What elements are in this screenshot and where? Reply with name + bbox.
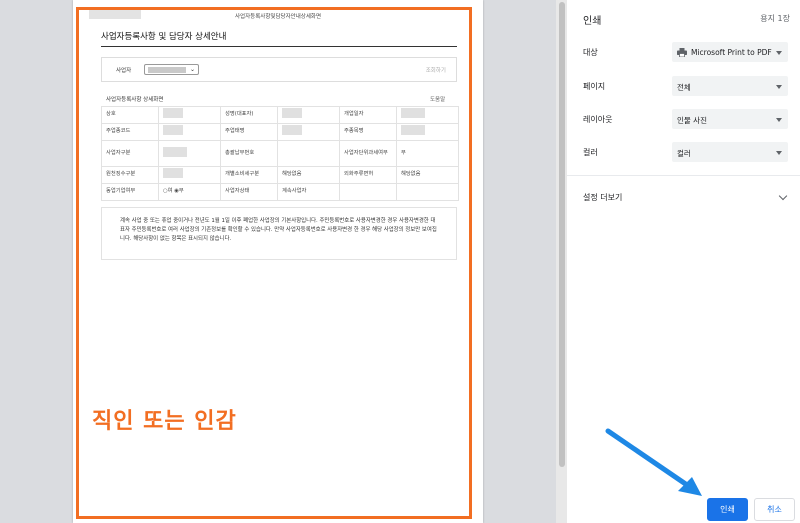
table-value [158,123,221,141]
setting-label: 대상 [583,48,598,57]
destination-select[interactable]: Microsoft Print to PDF [672,42,788,62]
table-value [396,183,459,201]
more-settings-label: 설정 더보기 [583,193,623,202]
redacted-value [148,67,186,73]
layout-select[interactable]: 인물 사진 [672,109,788,129]
table-label: 총괄납부번호 [220,140,278,167]
table-row: 상호 성명(대표자) 개업일자 [101,106,459,124]
table-label: 주종목명 [339,123,397,141]
setting-label: 컬러 [583,148,598,157]
info-section-title: 사업자등록사항 상세화면 [106,97,164,103]
table-value [158,106,221,124]
business-info-table: 상호 성명(대표자) 개업일자 주업종코드 주업태명 주종목명 사업자구분 총괄… [101,106,459,201]
search-button[interactable]: 조회하기 [426,66,446,74]
business-select[interactable]: ⌄ [144,64,199,75]
preview-page: 사업자등록사항및담당자안내상세화면 사업자등록사항 및 담당자 상세안내 사업자… [73,0,483,523]
dropdown-caret-icon [776,151,782,155]
stamp-note: 직인 또는 인감 [92,409,237,434]
table-value [158,140,221,167]
table-value: 계속사업자 [277,183,340,201]
table-value: 해당없음 [277,166,340,184]
table-label: 개업일자 [339,106,397,124]
select-value: 전체 [677,83,691,92]
dropdown-caret-icon [776,118,782,122]
table-row: 사업자구분 총괄납부번호 사업자단위과세여부 부 [101,140,459,167]
setting-label: 레이아웃 [583,115,613,124]
table-label: 사업자구분 [101,140,159,167]
select-value: Microsoft Print to PDF [691,48,772,57]
table-value: 부 [396,140,459,167]
chevron-down-icon [778,191,788,201]
table-label: 주업종코드 [101,123,159,141]
highlight-frame [76,7,472,519]
panel-title: 인쇄 [583,16,602,27]
dropdown-caret-icon [776,85,782,89]
table-label: 성명(대표자) [220,106,278,124]
table-value [396,106,459,124]
table-row: 원천징수구분 개별소비세구분 해당없음 외화주류면허 해당없음 [101,166,459,184]
color-row: 컬러 컬러 [567,142,800,164]
table-label: 원천징수구분 [101,166,159,184]
radio-label: 여 [167,188,173,195]
panel-divider [567,175,800,176]
pages-select[interactable]: 전체 [672,76,788,96]
table-label: 외화주류면허 [339,166,397,184]
pages-row: 페이지 전체 [567,76,800,98]
table-value: 해당없음 [396,166,459,184]
sheet-count: 용지 1장 [760,14,790,23]
table-label: 주업태명 [220,123,278,141]
annotation-arrow-icon [605,428,702,496]
select-value: 인물 사진 [677,116,707,125]
table-value [158,166,221,184]
notice-box: 계속 사업 중 또는 휴업 중이거나 전년도 1월 1일 이후 폐업한 사업장의… [101,207,457,260]
radio-label: 부 [178,188,184,195]
dropdown-caret-icon [776,51,782,55]
setting-label: 페이지 [583,82,606,91]
layout-row: 레이아웃 인물 사진 [567,109,800,131]
table-label: 동업기업여부 [101,183,159,201]
destination-row: 대상 Microsoft Print to PDF [567,42,800,64]
search-label: 사업자 [116,68,132,74]
table-value [277,123,340,141]
chevron-down-icon: ⌄ [189,66,195,73]
table-label: 사업자단위과세여부 [339,140,397,167]
table-label: 상호 [101,106,159,124]
color-select[interactable]: 컬러 [672,142,788,162]
table-row: 동업기업여부 ○여 ◉부 사업자상태 계속사업자 [101,183,459,201]
print-preview-area: 사업자등록사항및담당자안내상세화면 사업자등록사항 및 담당자 상세안내 사업자… [0,0,567,523]
table-value [396,123,459,141]
table-value [277,106,340,124]
table-value [277,140,340,167]
table-label [339,183,397,201]
table-value: ○여 ◉부 [158,183,221,201]
cancel-button[interactable]: 취소 [754,498,795,521]
table-label: 개별소비세구분 [220,166,278,184]
title-divider [101,46,457,47]
search-box: 사업자 ⌄ 조회하기 [101,57,457,82]
more-settings-toggle[interactable]: 설정 더보기 [567,187,800,207]
select-value: 컬러 [677,149,691,158]
printer-icon [677,48,687,57]
table-row: 주업종코드 주업태명 주종목명 [101,123,459,141]
help-link[interactable]: 도움말 [430,95,445,103]
print-button[interactable]: 인쇄 [707,498,748,521]
document-title: 사업자등록사항 및 담당자 상세안내 [101,32,227,42]
scrollbar-thumb[interactable] [559,2,565,467]
table-label: 사업자상태 [220,183,278,201]
